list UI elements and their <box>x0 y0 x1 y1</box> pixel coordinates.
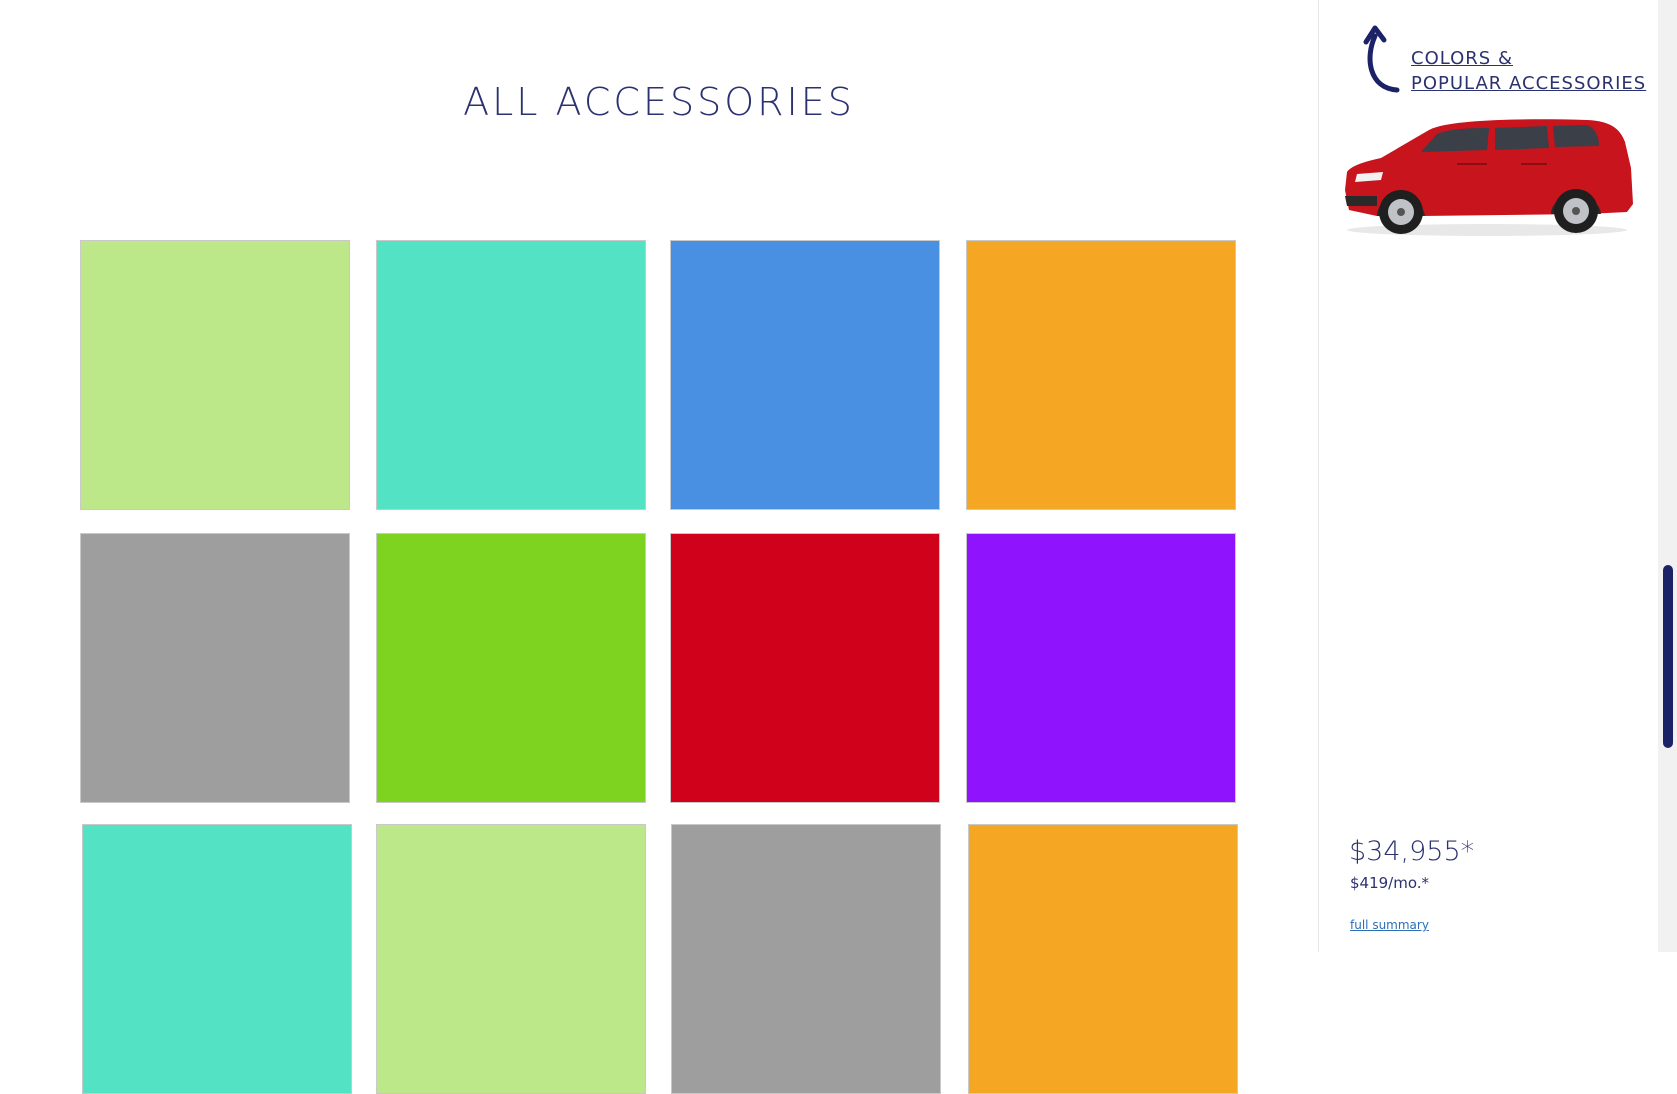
monthly-price: $419/mo.* <box>1350 874 1430 892</box>
accessory-tile[interactable] <box>82 824 352 1094</box>
accessory-tile[interactable] <box>966 240 1236 510</box>
accessory-tile[interactable] <box>966 533 1236 803</box>
accessory-tile[interactable] <box>376 240 646 510</box>
back-link-line-2: POPULAR ACCESSORIES <box>1411 73 1647 94</box>
accessory-tile[interactable] <box>376 533 646 803</box>
back-link-line-1: COLORS & <box>1411 48 1513 69</box>
curved-back-arrow-icon <box>1363 25 1400 93</box>
accessory-tile[interactable] <box>670 533 940 803</box>
accessories-panel: ALL ACCESSORIES <box>0 0 1318 1094</box>
colors-accessories-back-link[interactable]: COLORS & POPULAR ACCESSORIES <box>1357 22 1646 96</box>
accessory-tile[interactable] <box>968 824 1238 1094</box>
accessory-tile[interactable] <box>670 240 940 510</box>
vehicle-image <box>1345 119 1633 236</box>
page-title: ALL ACCESSORIES <box>463 80 855 124</box>
summary-sidebar: COLORS & POPULAR ACCESSORIES $34,955* $4… <box>1318 0 1659 952</box>
accessory-tile[interactable] <box>80 240 350 510</box>
full-summary-link[interactable]: full summary <box>1350 918 1429 932</box>
back-link-label: COLORS & POPULAR ACCESSORIES <box>1411 46 1646 96</box>
scrollbar[interactable] <box>1658 0 1677 952</box>
scrollbar-thumb[interactable] <box>1663 565 1673 748</box>
accessory-tile[interactable] <box>671 824 941 1094</box>
total-price: $34,955* <box>1349 836 1475 867</box>
accessory-tile[interactable] <box>376 824 646 1094</box>
accessory-tile[interactable] <box>80 533 350 803</box>
